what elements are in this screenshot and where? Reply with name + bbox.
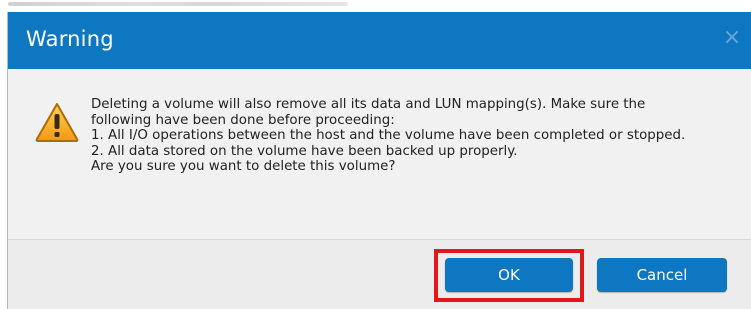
message-line: Deleting a volume will also remove all i…: [91, 97, 646, 112]
warning-triangle-icon: [35, 103, 79, 142]
close-icon[interactable]: ×: [721, 25, 743, 51]
dialog-title: Warning: [26, 27, 114, 51]
dialog-body: Deleting a volume will also remove all i…: [8, 69, 751, 239]
message-line: 2. All data stored on the volume have be…: [91, 143, 518, 159]
dialog-titlebar: Warning ×: [8, 12, 751, 69]
message-line: 1. All I/O operations between the host a…: [91, 128, 686, 144]
page: Warning × Deleting a volume will also re…: [0, 0, 751, 309]
dialog-message: Deleting a volume will also remove all i…: [91, 97, 741, 175]
message-line: Are you sure you want to delete this vol…: [91, 159, 396, 175]
message-line: following have been done before proceedi…: [91, 112, 395, 128]
warning-dialog: Warning × Deleting a volume will also re…: [7, 12, 751, 309]
dialog-footer: OK Cancel: [8, 240, 751, 309]
background-window-strip: [0, 0, 751, 12]
cancel-button[interactable]: Cancel: [597, 258, 727, 292]
ok-button[interactable]: OK: [445, 258, 573, 292]
background-blurred-text: [8, 2, 348, 6]
